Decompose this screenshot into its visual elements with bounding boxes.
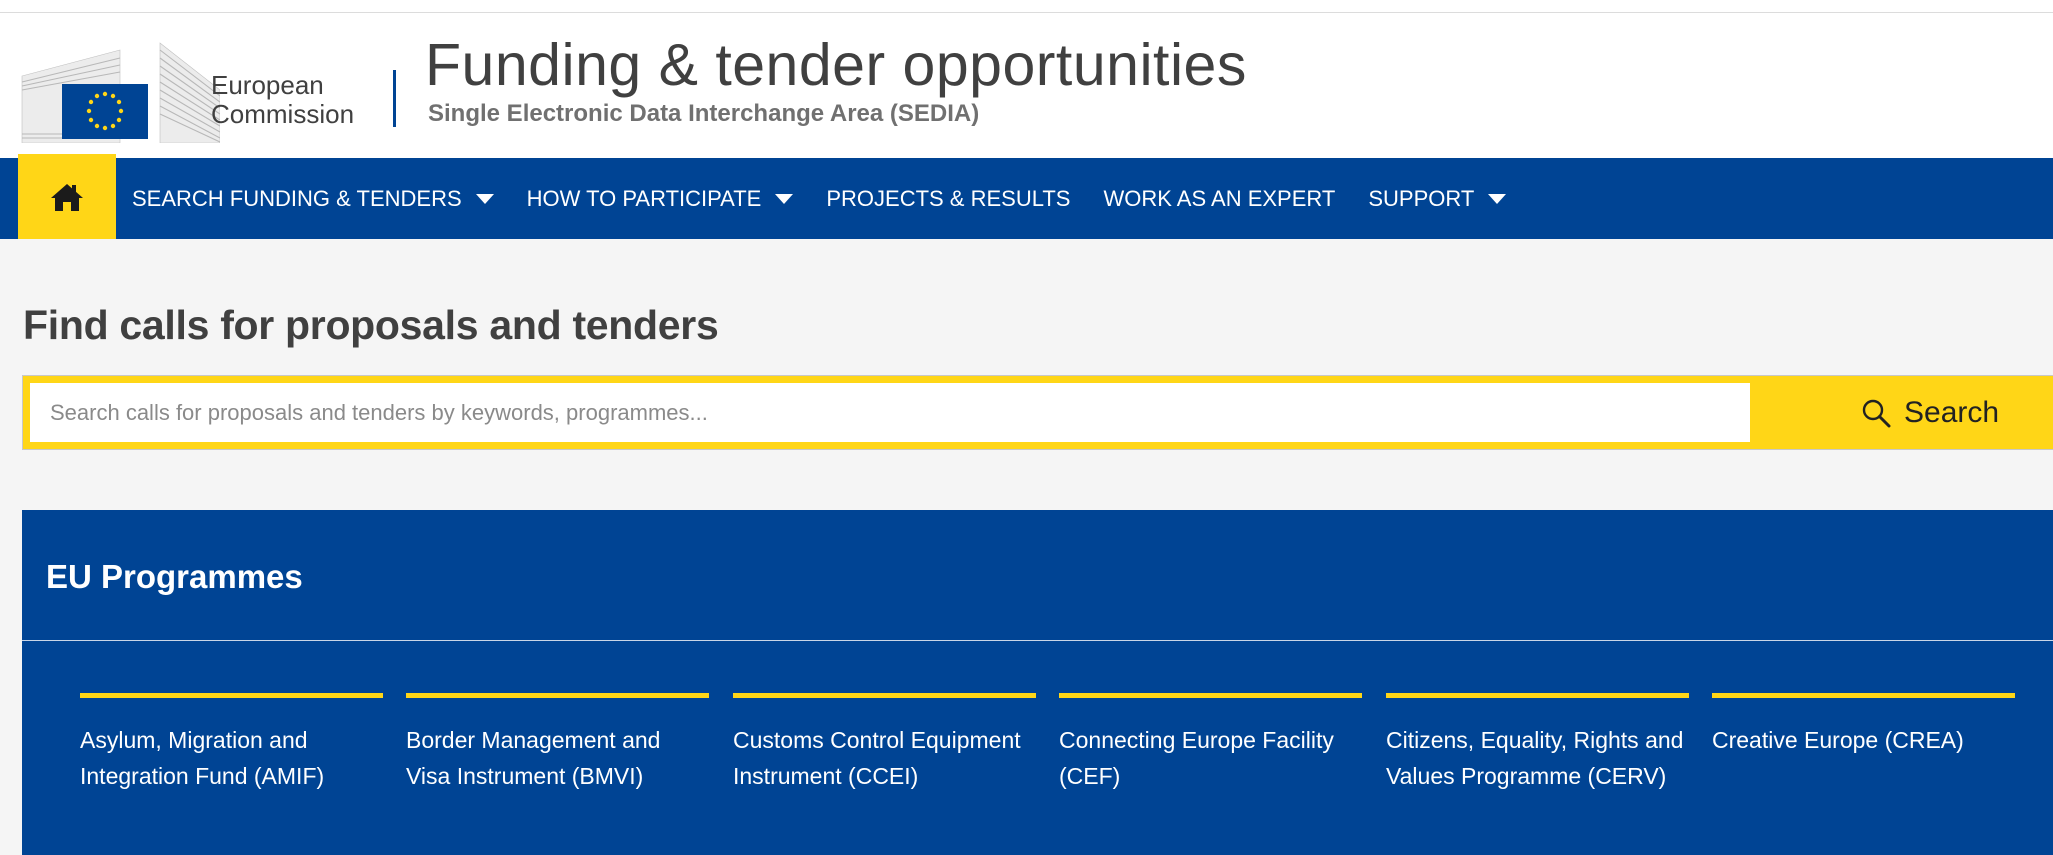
- nav-item-label: SEARCH FUNDING & TENDERS: [132, 185, 462, 211]
- home-button[interactable]: [18, 154, 116, 239]
- search-button[interactable]: Search: [1751, 376, 2053, 449]
- chevron-down-icon: [775, 193, 794, 204]
- main-nav: SEARCH FUNDING & TENDERS HOW TO PARTICIP…: [0, 154, 2053, 239]
- programme-card-label: Creative Europe (CREA): [1712, 727, 1964, 753]
- logo-text-line2: Commission: [211, 99, 355, 129]
- programme-card-label: Border Management and Visa Instrument (B…: [406, 727, 661, 789]
- programme-card-label: Connecting Europe Facility (CEF): [1059, 727, 1334, 789]
- nav-items: SEARCH FUNDING & TENDERS HOW TO PARTICIP…: [132, 158, 1539, 239]
- site-subtitle: Single Electronic Data Interchange Area …: [428, 100, 980, 127]
- top-border-strip: [0, 0, 2053, 13]
- logo-divider: [393, 70, 396, 127]
- search-bar: Search: [22, 375, 2053, 450]
- programme-card-label: Customs Control Equipment Instrument (CC…: [733, 727, 1021, 789]
- search-button-label: Search: [1904, 395, 2000, 429]
- site-header: European Commission Funding & tender opp…: [0, 13, 2053, 158]
- nav-item-search-funding-tenders[interactable]: SEARCH FUNDING & TENDERS: [132, 186, 494, 212]
- eu-programmes-title: EU Programmes: [46, 558, 303, 595]
- programme-card-crea[interactable]: Creative Europe (CREA): [1712, 693, 2015, 818]
- page-title: Find calls for proposals and tenders: [23, 302, 719, 348]
- site-title[interactable]: Funding & tender opportunities: [425, 31, 1247, 99]
- search-input[interactable]: [30, 383, 1750, 442]
- nav-item-label: WORK AS AN EXPERT: [1103, 185, 1336, 211]
- programmes-list: Asylum, Migration and Integration Fund (…: [80, 693, 2040, 843]
- ec-emblem-icon: [21, 42, 220, 143]
- programme-card-cerv[interactable]: Citizens, Equality, Rights and Values Pr…: [1386, 693, 1689, 818]
- programme-card-label: Citizens, Equality, Rights and Values Pr…: [1386, 727, 1684, 789]
- home-icon: [51, 183, 83, 211]
- programme-card-amif[interactable]: Asylum, Migration and Integration Fund (…: [80, 693, 383, 818]
- nav-item-projects-results[interactable]: PROJECTS & RESULTS: [826, 186, 1070, 212]
- programme-card-ccei[interactable]: Customs Control Equipment Instrument (CC…: [733, 693, 1036, 818]
- logo-text-line1: European: [211, 70, 324, 100]
- logo-wordmark: European Commission: [211, 71, 354, 129]
- nav-item-label: PROJECTS & RESULTS: [826, 185, 1071, 211]
- chevron-down-icon: [1488, 193, 1507, 204]
- chevron-down-icon: [475, 193, 494, 204]
- nav-item-work-as-expert[interactable]: WORK AS AN EXPERT: [1103, 186, 1335, 212]
- nav-item-support[interactable]: SUPPORT: [1368, 185, 1507, 212]
- programme-card-label: Asylum, Migration and Integration Fund (…: [80, 727, 325, 789]
- programme-card-cef[interactable]: Connecting Europe Facility (CEF): [1059, 693, 1362, 818]
- nav-item-label: SUPPORT: [1368, 185, 1475, 211]
- programme-card-bmvi[interactable]: Border Management and Visa Instrument (B…: [406, 693, 709, 818]
- eu-programmes-panel: EU Programmes Asylum, Migration and Inte…: [22, 510, 2053, 855]
- nav-item-how-to-participate[interactable]: HOW TO PARTICIPATE: [527, 186, 794, 212]
- search-icon: [1862, 399, 1891, 427]
- divider: [22, 640, 2053, 641]
- nav-item-label: HOW TO PARTICIPATE: [526, 185, 762, 211]
